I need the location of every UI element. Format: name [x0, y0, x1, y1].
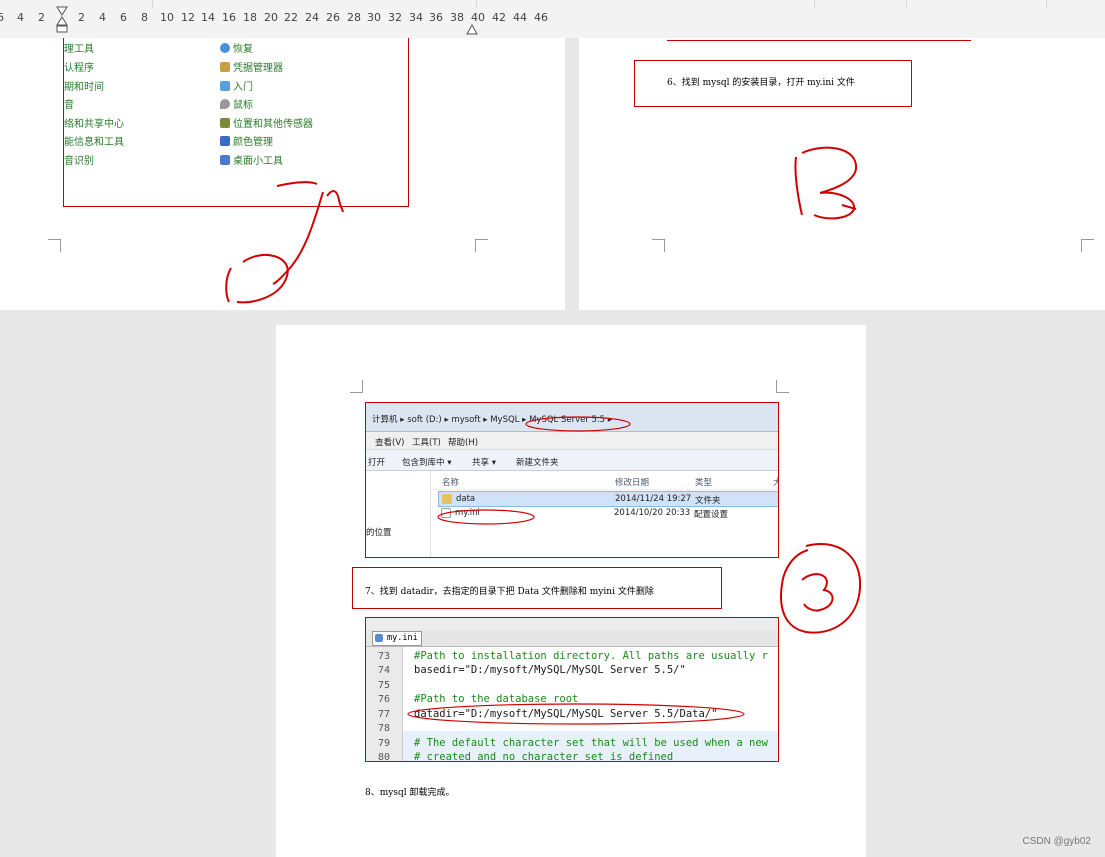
editor-screenshot: my.ini 73 #Path to installation director…: [365, 617, 779, 762]
ruler-tick: 20: [264, 11, 278, 24]
document-page-1: 理工具 认程序 期和时间 音 络和共享中心 能信息和工具 音识别 恢复 凭据管理…: [0, 38, 565, 310]
margin-corner-mark: [776, 380, 789, 393]
color-management-icon: [220, 136, 230, 146]
ruler-tick: 36: [429, 11, 443, 24]
ruler-tick: 22: [284, 11, 298, 24]
getting-started-icon: [220, 81, 230, 91]
ruler-tick: 30: [367, 11, 381, 24]
cp-right-item: 入门: [220, 78, 253, 93]
previous-box-edge: [667, 38, 971, 41]
margin-corner-mark: [652, 239, 665, 252]
cp-left-item: 期和时间: [64, 82, 104, 93]
ruler-tick: 38: [450, 11, 464, 24]
highlight-ellipses: [437, 416, 631, 525]
handwritten-annotation-3: [780, 543, 862, 634]
ruler-tick: 42: [492, 11, 506, 24]
cp-right-item: 恢复: [220, 40, 253, 55]
step-8-text: 8、mysql 卸载完成。: [365, 788, 455, 798]
margin-corner-mark: [1081, 239, 1094, 252]
ruler-tick: 2: [38, 11, 45, 24]
ruler-marker: [814, 0, 815, 8]
ruler-tick: 24: [305, 11, 319, 24]
ruler-marker: [476, 0, 477, 8]
document-page-3: 计算机 ▸ soft (D:) ▸ mysoft ▸ MySQL ▸ MySQL…: [276, 325, 866, 857]
ruler-tick: 6: [120, 11, 127, 24]
step-7-text: 7、找到 datadir，去指定的目录下把 Data 文件删除和 myini 文…: [365, 587, 654, 597]
ruler-tick: 6: [0, 11, 4, 24]
margin-corner-mark: [350, 380, 363, 393]
step-6-text: 6、找到 mysql 的安装目录，打开 my.ini 文件: [667, 78, 855, 88]
indent-marker-icon[interactable]: [56, 6, 68, 34]
gadgets-icon: [220, 155, 230, 165]
handwritten-annotation-2: [794, 146, 858, 220]
cp-right-item: 桌面小工具: [220, 152, 283, 167]
ruler-tick: 44: [513, 11, 527, 24]
datadir-highlight-ellipse: [407, 703, 745, 725]
cp-right-item: 凭据管理器: [220, 59, 283, 74]
right-indent-marker-icon[interactable]: [466, 24, 478, 36]
restore-icon: [220, 43, 230, 53]
ruler-tick: 46: [534, 11, 548, 24]
ruler-tick: 10: [160, 11, 174, 24]
ruler-marker: [1046, 0, 1047, 8]
cp-left-item: 音识别: [64, 156, 94, 167]
ruler-marker: [906, 0, 907, 8]
explorer-screenshot: 计算机 ▸ soft (D:) ▸ mysoft ▸ MySQL ▸ MySQL…: [365, 402, 779, 558]
ruler-tick: 14: [201, 11, 215, 24]
watermark: CSDN @gyb02: [1022, 836, 1091, 847]
credential-icon: [220, 62, 230, 72]
handwritten-annotation-1: [225, 181, 344, 304]
ruler-tick: 28: [347, 11, 361, 24]
cp-left-item: 能信息和工具: [64, 137, 124, 148]
margin-corner-mark: [475, 239, 488, 252]
cp-left-item: 音: [64, 100, 74, 111]
ruler-tick: 32: [388, 11, 402, 24]
ruler-tick: 26: [326, 11, 340, 24]
ruler-tick: 40: [471, 11, 485, 24]
cp-right-item: 位置和其他传感器: [220, 115, 313, 130]
step-6-box: 6、找到 mysql 的安装目录，打开 my.ini 文件: [634, 60, 912, 107]
ruler-tick: 12: [181, 11, 195, 24]
mouse-icon: [220, 99, 230, 109]
cp-left-item: 认程序: [64, 63, 94, 74]
step-7-box: 7、找到 datadir，去指定的目录下把 Data 文件删除和 myini 文…: [352, 567, 722, 609]
ruler-tick: 16: [222, 11, 236, 24]
horizontal-ruler[interactable]: 6 4 2 2 4 6 8 10 12 14 16 18 20 22 24 26…: [0, 0, 1105, 38]
cp-right-item: 鼠标: [220, 96, 253, 111]
ruler-tick: 8: [141, 11, 148, 24]
ruler-marker: [152, 0, 153, 8]
margin-corner-mark: [48, 239, 61, 252]
cp-left-item: 络和共享中心: [64, 119, 124, 130]
ruler-tick: 4: [17, 11, 24, 24]
sensor-icon: [220, 118, 230, 128]
cp-left-item: 理工具: [64, 44, 94, 55]
ruler-tick: 4: [99, 11, 106, 24]
cp-right-item: 颜色管理: [220, 133, 273, 148]
ruler-tick: 34: [409, 11, 423, 24]
ruler-tick: 18: [243, 11, 257, 24]
ruler-tick: 2: [78, 11, 85, 24]
document-page-2: 6、找到 mysql 的安装目录，打开 my.ini 文件: [579, 38, 1105, 310]
